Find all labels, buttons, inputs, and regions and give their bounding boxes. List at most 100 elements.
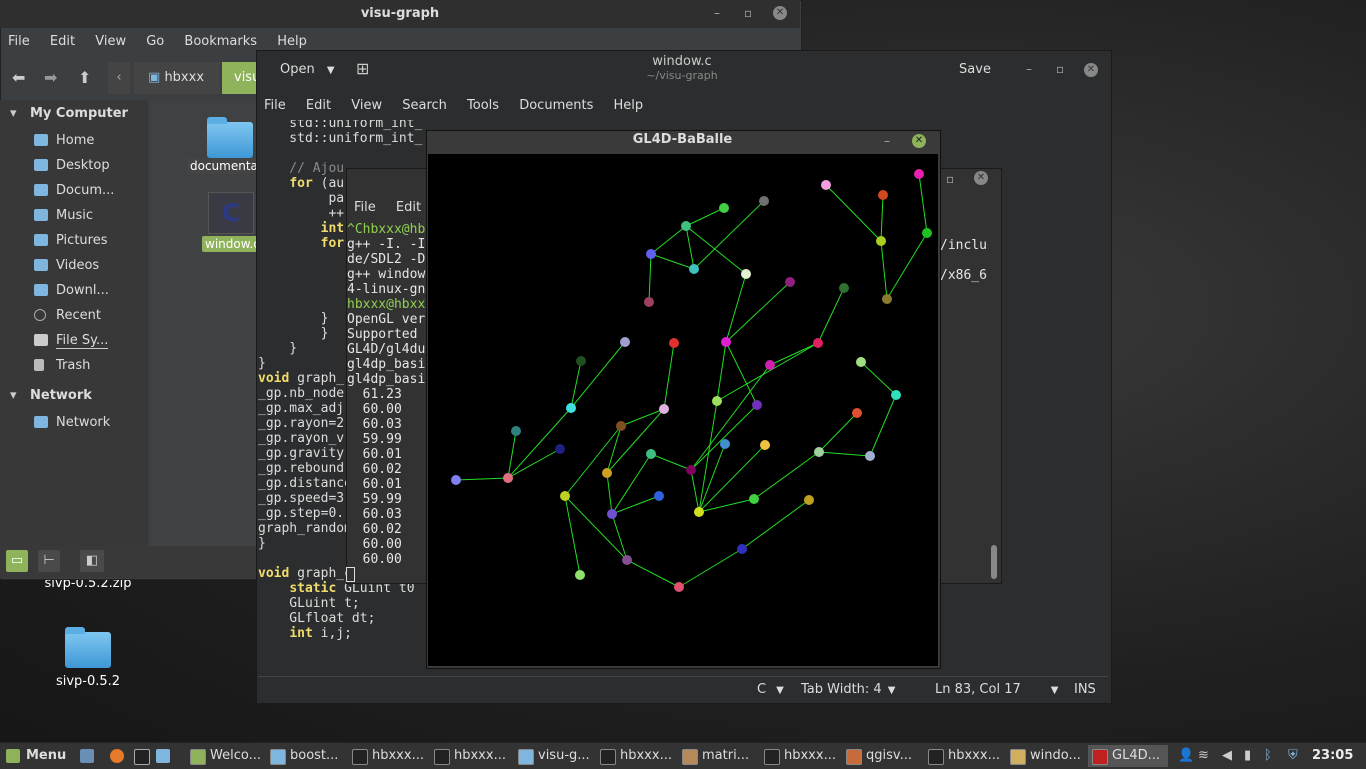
open-button[interactable]: Open ▼ <box>266 56 338 84</box>
window-icon <box>518 749 534 765</box>
user-icon[interactable]: 👤 <box>1178 748 1194 763</box>
code-line: for <box>258 236 344 251</box>
firefox-launcher[interactable] <box>106 745 128 767</box>
taskbar-window-button[interactable]: visu-g... <box>514 745 594 767</box>
menu-tools[interactable]: Tools <box>467 98 499 113</box>
menu-help[interactable]: Help <box>277 34 307 49</box>
tree-toggle-icon[interactable]: ⊢ <box>38 550 60 572</box>
close-icon[interactable]: ✕ <box>912 134 926 148</box>
taskbar-window-button[interactable]: matri... <box>678 745 758 767</box>
language-selector[interactable]: C ▼ <box>757 682 784 697</box>
window-icon <box>764 749 780 765</box>
menu-documents[interactable]: Documents <box>519 98 593 113</box>
terminal-line: 60.03 <box>347 417 402 432</box>
sidebar-item-recent[interactable]: Recent <box>0 303 148 328</box>
code-keyword: void <box>258 371 290 386</box>
menu-view[interactable]: View <box>95 34 126 49</box>
close-icon[interactable]: ✕ <box>974 171 988 185</box>
sidebar-item-music[interactable]: Music <box>0 203 148 228</box>
menu-edit[interactable]: Edit <box>50 34 75 49</box>
taskbar-window-button[interactable]: hbxxx... <box>924 745 1004 767</box>
taskbar-window-button[interactable]: GL4D... <box>1088 745 1168 767</box>
menu-view[interactable]: View <box>351 98 382 113</box>
sidebar-toggle-icon[interactable]: ◧ <box>80 550 104 572</box>
minimize-icon[interactable]: – <box>714 6 720 20</box>
taskbar-window-button[interactable]: windo... <box>1006 745 1086 767</box>
file-item-documentation[interactable]: documentat <box>187 158 263 174</box>
taskbar-window-button[interactable]: Welco... <box>186 745 266 767</box>
sidebar-item-trash[interactable]: Trash <box>0 353 148 378</box>
minimize-icon[interactable]: – <box>884 134 890 148</box>
menu-edit[interactable]: Edit <box>396 200 421 215</box>
clock[interactable]: 23:05 <box>1312 748 1353 763</box>
code-keyword: int <box>289 626 313 641</box>
sidebar-head-network[interactable]: Network <box>0 382 148 410</box>
graph-node <box>721 337 731 347</box>
sidebar-item-network[interactable]: Network <box>0 410 148 435</box>
battery-icon[interactable]: ▮ <box>1244 748 1251 763</box>
menu-go[interactable]: Go <box>146 34 164 49</box>
taskbar-window-button[interactable]: qgisv... <box>842 745 922 767</box>
file-item-window-c[interactable]: window.c <box>202 236 262 252</box>
menu-search[interactable]: Search <box>402 98 447 113</box>
start-menu-button[interactable]: Menu <box>2 745 68 767</box>
bluetooth-icon[interactable]: ᛒ <box>1264 748 1272 763</box>
show-desktop-launcher[interactable] <box>76 745 98 767</box>
wifi-icon[interactable]: ≋ <box>1198 748 1209 763</box>
terminal-scrollbar[interactable] <box>991 545 997 579</box>
save-button[interactable]: Save <box>950 58 1000 82</box>
taskbar-window-button[interactable]: hbxxx... <box>430 745 510 767</box>
menu-bookmarks[interactable]: Bookmarks <box>184 34 257 49</box>
volume-icon[interactable]: ◀ <box>1222 748 1232 763</box>
sidebar-item-filesystem[interactable]: File Sy... <box>0 328 148 353</box>
sidebar-item-documents[interactable]: Docum... <box>0 178 148 203</box>
taskbar-window-button[interactable]: hbxxx... <box>596 745 676 767</box>
window-icon <box>434 749 450 765</box>
maximize-icon[interactable]: ▫ <box>1056 62 1064 76</box>
sidebar-head-label: Network <box>30 388 92 403</box>
terminal-line: g++ -I. -I <box>347 237 426 252</box>
files-launcher[interactable] <box>152 745 174 767</box>
sidebar-item-videos[interactable]: Videos <box>0 253 148 278</box>
window-title: visu-graph <box>360 6 440 21</box>
maximize-icon[interactable]: ▫ <box>744 6 752 20</box>
file-label: documentat <box>190 159 263 173</box>
taskbar-window-button[interactable]: hbxxx... <box>348 745 428 767</box>
menu-file[interactable]: File <box>264 98 286 113</box>
places-toggle-icon[interactable]: ▭ <box>6 550 28 572</box>
cursor-position[interactable]: Ln 83, Col 17 ▼ <box>935 682 1058 697</box>
minimize-icon[interactable]: – <box>1026 62 1032 76</box>
path-scroll-left[interactable]: ‹ <box>108 62 130 94</box>
desktop-icon-sivp-folder[interactable]: sivp-0.5.2 <box>33 627 143 689</box>
taskbar-window-button[interactable]: hbxxx... <box>760 745 840 767</box>
menu-edit[interactable]: Edit <box>306 98 331 113</box>
menu-file[interactable]: File <box>354 200 376 215</box>
new-document-icon[interactable]: ⊞ <box>356 60 374 78</box>
graph-canvas[interactable] <box>428 154 938 666</box>
sidebar-item-pictures[interactable]: Pictures <box>0 228 148 253</box>
back-arrow-icon[interactable]: ⬅ <box>12 68 25 87</box>
terminal-launcher[interactable] <box>130 745 152 767</box>
shield-icon[interactable]: ⛨ <box>1288 748 1298 763</box>
downloads-icon <box>34 284 48 296</box>
gedit-title-block: window.c ~/visu-graph <box>582 54 782 82</box>
close-icon[interactable]: ✕ <box>1084 63 1098 77</box>
sidebar-item-desktop[interactable]: Desktop <box>0 153 148 178</box>
forward-arrow-icon[interactable]: ➡ <box>44 68 57 87</box>
sidebar-item-downloads[interactable]: Downl... <box>0 278 148 303</box>
path-button-hbxxx[interactable]: ▣ hbxxx <box>134 62 220 94</box>
c-file-icon[interactable]: C <box>208 192 254 234</box>
tab-width-selector[interactable]: Tab Width: 4 ▼ <box>801 682 895 697</box>
menu-file[interactable]: File <box>8 34 30 49</box>
close-icon[interactable]: ✕ <box>773 6 787 20</box>
pictures-icon <box>34 234 48 246</box>
up-arrow-icon[interactable]: ⬆ <box>78 68 91 87</box>
menu-help[interactable]: Help <box>613 98 643 113</box>
taskbar-window-button[interactable]: boost... <box>266 745 346 767</box>
code-line: _gp.rayon=2 <box>258 416 345 431</box>
document-title: window.c <box>652 54 712 69</box>
maximize-icon[interactable]: ▫ <box>946 172 954 186</box>
sidebar-head-my-computer[interactable]: My Computer <box>0 100 148 128</box>
sidebar-item-home[interactable]: Home <box>0 128 148 153</box>
folder-icon[interactable] <box>207 117 253 158</box>
